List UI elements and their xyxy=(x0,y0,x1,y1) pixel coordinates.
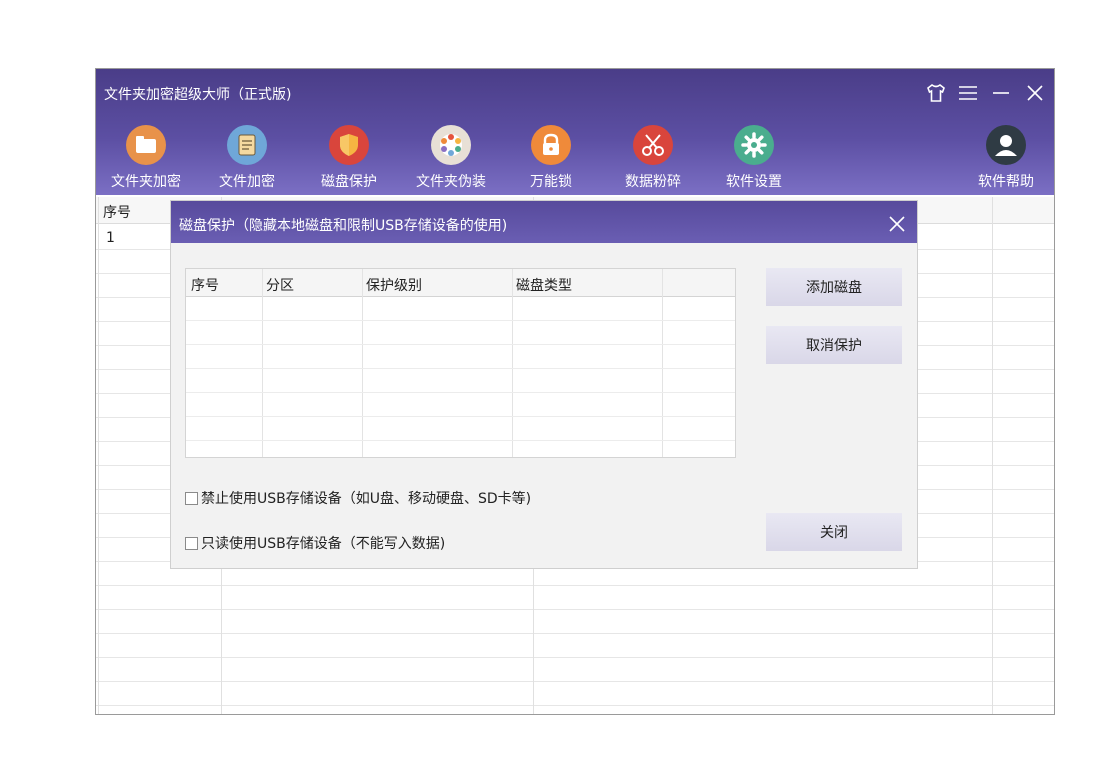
toolbar-label: 软件设置 xyxy=(726,174,782,190)
readonly-usb-label: 只读使用USB存储设备（不能写入数据) xyxy=(201,536,446,552)
column-header-index: 序号 xyxy=(191,278,219,294)
cancel-protect-button[interactable]: 取消保护 xyxy=(766,326,902,364)
lock-icon xyxy=(531,125,571,165)
table-row-divider xyxy=(96,657,1054,658)
toolbar-label: 万能锁 xyxy=(530,174,572,190)
dialog-title: 磁盘保护（隐藏本地磁盘和限制USB存储设备的使用) xyxy=(179,218,508,234)
table-row-divider xyxy=(186,392,735,393)
table-row-divider xyxy=(186,320,735,321)
user-icon xyxy=(986,125,1026,165)
table-column-divider xyxy=(662,269,663,457)
block-usb-option[interactable]: 禁止使用USB存储设备（如U盘、移动硬盘、SD卡等) xyxy=(185,488,531,508)
column-header-disk-type: 磁盘类型 xyxy=(516,278,572,294)
table-row-divider xyxy=(96,633,1054,634)
window-header: 文件夹加密超级大师（正式版) 文件夹加密 文件加密 磁盘保护 文件夹伪装 万能锁… xyxy=(96,69,1054,195)
app-title: 文件夹加密超级大师（正式版) xyxy=(104,87,292,103)
toolbar-label: 磁盘保护 xyxy=(321,174,377,190)
table-cell: 1 xyxy=(106,230,115,246)
column-header-protect-level: 保护级别 xyxy=(366,278,422,294)
close-button[interactable]: 关闭 xyxy=(766,513,902,551)
gear-icon xyxy=(734,125,774,165)
block-usb-label: 禁止使用USB存储设备（如U盘、移动硬盘、SD卡等) xyxy=(201,491,532,507)
toolbar-folder-encrypt[interactable]: 文件夹加密 xyxy=(96,125,196,191)
toolbar-disk-protect[interactable]: 磁盘保护 xyxy=(299,125,399,191)
skin-icon[interactable] xyxy=(924,81,948,105)
toolbar-label: 数据粉碎 xyxy=(625,174,681,190)
toolbar-label: 文件夹伪装 xyxy=(416,174,486,190)
toolbar-data-shred[interactable]: 数据粉碎 xyxy=(603,125,703,191)
toolbar-file-encrypt[interactable]: 文件加密 xyxy=(197,125,297,191)
disk-table: 序号 分区 保护级别 磁盘类型 xyxy=(185,268,736,458)
palette-icon xyxy=(431,125,471,165)
table-column-divider xyxy=(98,197,99,714)
readonly-usb-option[interactable]: 只读使用USB存储设备（不能写入数据) xyxy=(185,533,445,553)
scissors-icon xyxy=(633,125,673,165)
table-row-divider xyxy=(186,416,735,417)
table-row-divider xyxy=(96,585,1054,586)
column-header-partition: 分区 xyxy=(266,278,294,294)
dialog-close-icon[interactable] xyxy=(887,214,907,234)
table-row-divider xyxy=(96,681,1054,682)
table-row-divider xyxy=(186,440,735,441)
readonly-usb-checkbox[interactable] xyxy=(185,536,198,550)
block-usb-checkbox[interactable] xyxy=(185,491,198,505)
toolbar-folder-disguise[interactable]: 文件夹伪装 xyxy=(401,125,501,191)
table-row-divider xyxy=(186,368,735,369)
table-column-divider xyxy=(262,269,263,457)
disk-protect-dialog: 磁盘保护（隐藏本地磁盘和限制USB存储设备的使用) 序号 分区 保护级别 磁盘类… xyxy=(170,200,918,569)
table-row-divider xyxy=(96,609,1054,610)
table-column-divider xyxy=(512,269,513,457)
toolbar-help[interactable]: 软件帮助 xyxy=(956,125,1054,191)
toolbar-label: 软件帮助 xyxy=(978,174,1034,190)
close-icon[interactable] xyxy=(1023,81,1047,105)
minimize-icon[interactable] xyxy=(989,81,1013,105)
table-row-divider xyxy=(96,705,1054,706)
table-column-divider xyxy=(992,197,993,714)
table-row-divider xyxy=(186,344,735,345)
toolbar-label: 文件加密 xyxy=(219,174,275,190)
column-header-index: 序号 xyxy=(103,205,131,221)
toolbar-label: 文件夹加密 xyxy=(111,174,181,190)
table-column-divider xyxy=(362,269,363,457)
toolbar-settings[interactable]: 软件设置 xyxy=(704,125,804,191)
folder-icon xyxy=(126,125,166,165)
shield-icon xyxy=(329,125,369,165)
add-disk-button[interactable]: 添加磁盘 xyxy=(766,268,902,306)
menu-icon[interactable] xyxy=(956,81,980,105)
document-icon xyxy=(227,125,267,165)
dialog-header: 磁盘保护（隐藏本地磁盘和限制USB存储设备的使用) xyxy=(171,201,917,243)
toolbar-universal-lock[interactable]: 万能锁 xyxy=(501,125,601,191)
